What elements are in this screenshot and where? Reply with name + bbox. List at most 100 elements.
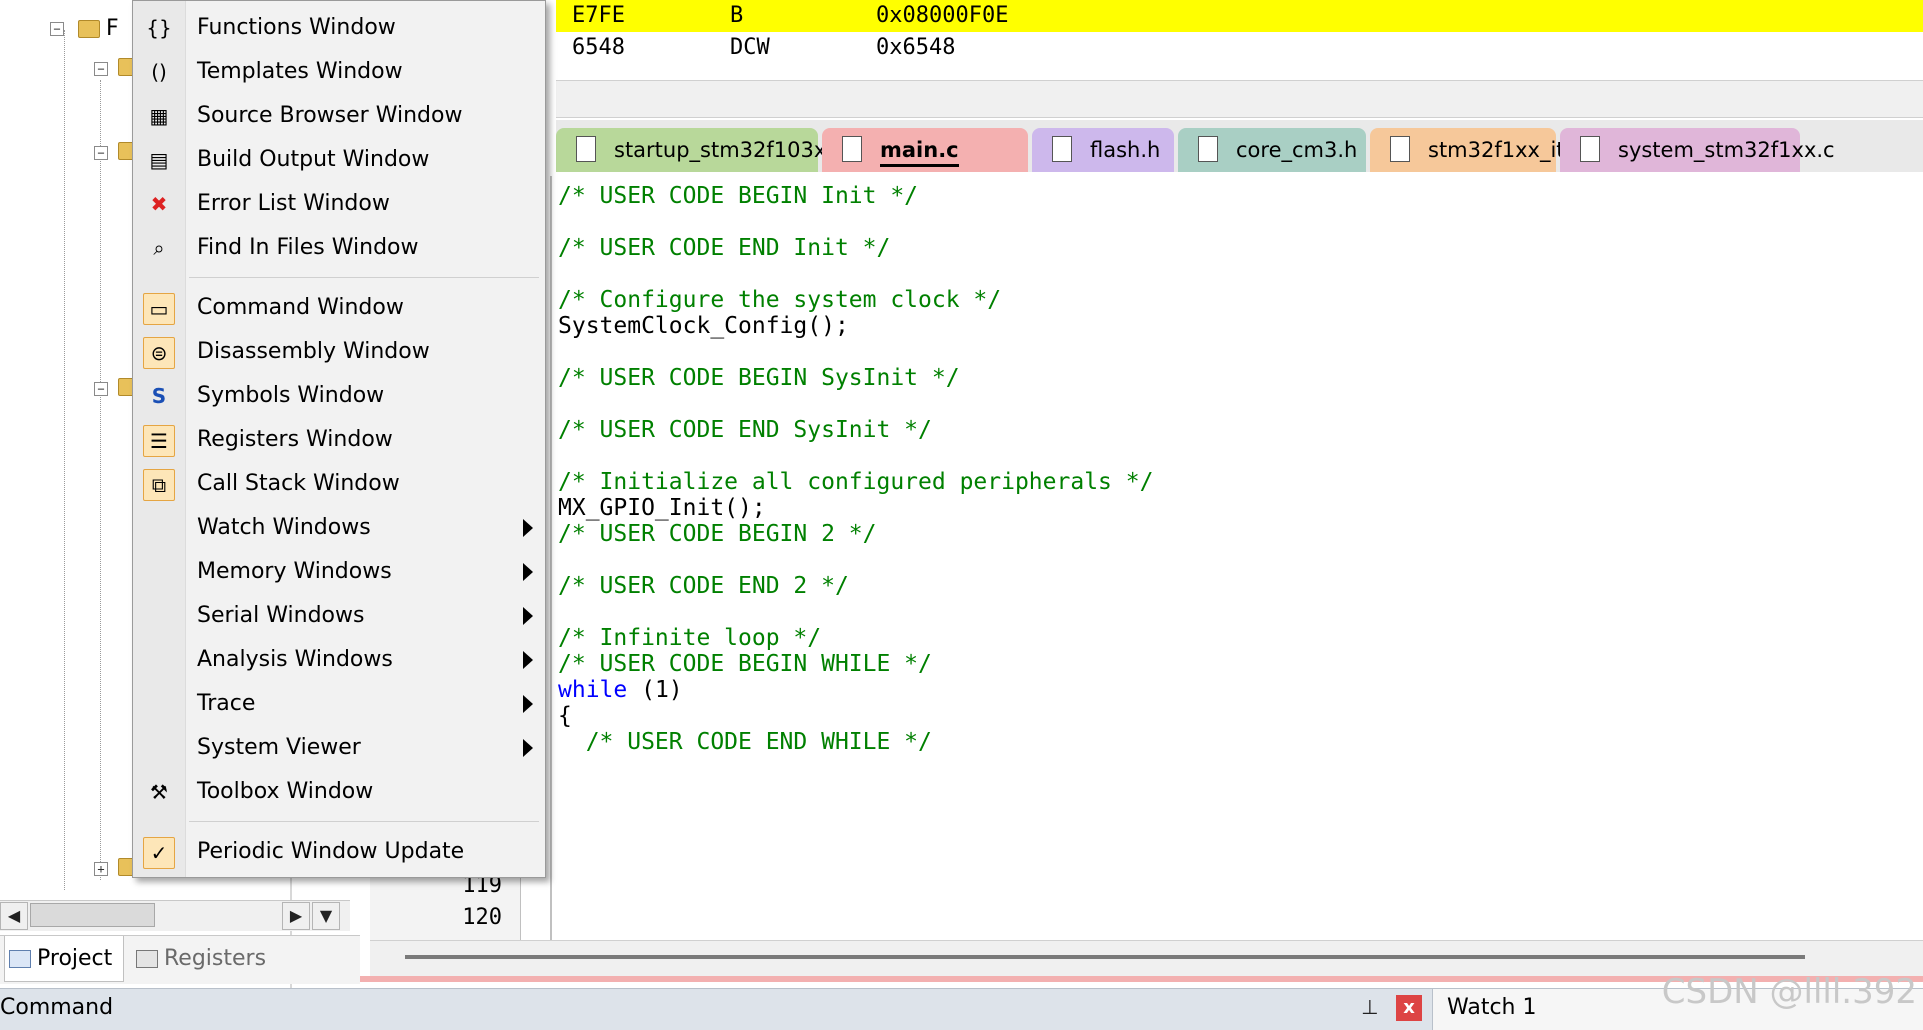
menu-item-label: Templates Window — [197, 59, 403, 84]
menu-item-label: Registers Window — [197, 427, 393, 452]
error-list-icon: ✖ — [150, 192, 168, 216]
submenu-arrow-icon — [523, 695, 533, 713]
code-line[interactable]: /* USER CODE BEGIN Init */ — [558, 180, 918, 212]
submenu-arrow-icon — [523, 607, 533, 625]
submenu-arrow-icon — [523, 651, 533, 669]
menu-item-periodic-window-update[interactable]: ✓ Periodic Window Update — [133, 831, 545, 875]
code-text: SystemClock_Config(); — [558, 313, 849, 339]
code-line[interactable]: SystemClock_Config(); — [558, 310, 849, 342]
menu-item-disassembly-window[interactable]: ⊜ Disassembly Window — [133, 331, 545, 375]
menu-item-call-stack-window[interactable]: ⧉ Call Stack Window — [133, 463, 545, 507]
document-icon — [842, 136, 862, 162]
project-root-label[interactable]: F — [106, 16, 119, 41]
menu-item-build-output-window[interactable]: ▤ Build Output Window — [133, 139, 545, 183]
project-horizontal-scrollbar[interactable]: ◀ ▶ ▼ — [0, 900, 350, 931]
pin-icon[interactable]: ⊥ — [1358, 995, 1382, 1021]
menu-item-find-in-files-window[interactable]: ⌕ Find In Files Window — [133, 227, 545, 271]
menu-separator — [189, 821, 539, 822]
menu-item-label: Periodic Window Update — [197, 839, 465, 864]
disassembly-row[interactable]: E7FE B 0x08000F0E — [556, 0, 1923, 32]
call-stack-icon: ⧉ — [143, 469, 175, 501]
code-line[interactable]: while (1) — [558, 674, 683, 706]
tab-project[interactable]: Project — [4, 936, 124, 982]
code-line[interactable]: /* USER CODE END SysInit */ — [558, 414, 932, 446]
checkmark-icon: ✓ — [143, 837, 175, 869]
close-icon[interactable]: x — [1396, 995, 1422, 1021]
menu-item-watch-windows[interactable]: Watch Windows — [133, 507, 545, 551]
menu-item-label: Serial Windows — [197, 603, 365, 628]
collapse-toggle[interactable]: − — [94, 382, 108, 396]
code-line[interactable]: /* USER CODE END Init */ — [558, 232, 890, 264]
menu-item-memory-windows[interactable]: Memory Windows — [133, 551, 545, 595]
scroll-track[interactable] — [405, 955, 1805, 959]
tab-core-cm3-h[interactable]: core_cm3.h — [1178, 128, 1366, 172]
build-output-icon: ▤ — [149, 148, 169, 172]
disassembly-view[interactable]: E7FE B 0x08000F0E 6548 DCW 0x6548 — [556, 0, 1923, 80]
tab-main-c[interactable]: main.c — [822, 128, 1028, 172]
menu-item-error-list-window[interactable]: ✖ Error List Window — [133, 183, 545, 227]
collapse-toggle[interactable]: − — [50, 22, 64, 36]
document-icon — [1580, 136, 1600, 162]
watch-tab-label: Watch 1 — [1447, 995, 1537, 1020]
menu-item-label: Toolbox Window — [197, 779, 374, 804]
code-line[interactable]: /* USER CODE END WHILE */ — [558, 726, 932, 758]
menu-item-functions-window[interactable]: {} Functions Window — [133, 7, 545, 51]
code-editor[interactable]: /* USER CODE BEGIN Init */ /* USER CODE E… — [550, 176, 1923, 940]
source-browser-icon: ▦ — [149, 104, 169, 128]
collapse-toggle[interactable]: − — [94, 146, 108, 160]
disassembly-icon: ⊜ — [143, 337, 175, 369]
expand-toggle[interactable]: + — [94, 862, 108, 876]
tab-project-label: Project — [37, 946, 113, 971]
menu-item-label: Disassembly Window — [197, 339, 430, 364]
line-number: 120 — [462, 905, 502, 930]
tab-flash-h[interactable]: flash.h — [1032, 128, 1174, 172]
find-in-files-icon: ⌕ — [153, 236, 165, 260]
menu-item-symbols-window[interactable]: S Symbols Window — [133, 375, 545, 419]
editor-tab-label: startup_stm32f103xb.s — [614, 138, 858, 162]
editor-tab-label: flash.h — [1090, 138, 1161, 162]
menu-item-label: Error List Window — [197, 191, 390, 216]
menu-item-trace[interactable]: Trace — [133, 683, 545, 727]
braces-icon: {} — [146, 16, 172, 40]
menu-item-label: Watch Windows — [197, 515, 371, 540]
document-icon — [1198, 136, 1218, 162]
disassembly-code: 6548 — [572, 35, 625, 60]
code-text: /* USER CODE END SysInit */ — [558, 417, 932, 443]
collapse-toggle[interactable]: − — [94, 62, 108, 76]
menu-item-label: Memory Windows — [197, 559, 392, 584]
dropdown-chevron-icon[interactable]: ▼ — [312, 902, 340, 930]
tab-registers[interactable]: Registers — [136, 936, 286, 982]
disassembly-code: E7FE — [572, 3, 625, 28]
registers-tab-icon — [136, 950, 158, 968]
tab-startup-stm32f103xb-s[interactable]: startup_stm32f103xb.s — [556, 128, 857, 172]
scroll-thumb[interactable] — [30, 903, 155, 927]
document-icon — [576, 136, 596, 162]
menu-item-analysis-windows[interactable]: Analysis Windows — [133, 639, 545, 683]
disassembly-mnemonic: B — [730, 3, 744, 28]
disassembly-row[interactable]: 6548 DCW 0x6548 — [556, 32, 1923, 64]
tab-system-stm32f1xx-c[interactable]: system_stm32f1xx.c — [1560, 128, 1835, 172]
menu-item-registers-window[interactable]: ☰ Registers Window — [133, 419, 545, 463]
menu-item-templates-window[interactable]: () Templates Window — [133, 51, 545, 95]
disassembly-splitter[interactable] — [556, 80, 1923, 118]
tab-stm32f1xx-it-c[interactable]: stm32f1xx_it.c — [1370, 128, 1583, 172]
panel-tab-bar: Project Registers — [0, 935, 360, 984]
line-number-gutter: 119 120 — [370, 870, 521, 950]
menu-item-source-browser-window[interactable]: ▦ Source Browser Window — [133, 95, 545, 139]
menu-item-serial-windows[interactable]: Serial Windows — [133, 595, 545, 639]
registers-icon: ☰ — [143, 425, 175, 457]
menu-item-toolbox-window[interactable]: ⚒ Toolbox Window — [133, 771, 545, 815]
menu-item-system-viewer[interactable]: System Viewer — [133, 727, 545, 771]
scroll-left-icon[interactable]: ◀ — [0, 902, 28, 930]
code-line[interactable]: /* USER CODE BEGIN SysInit */ — [558, 362, 960, 394]
scroll-right-icon[interactable]: ▶ — [282, 902, 310, 930]
editor-tab-label: main.c — [880, 138, 959, 167]
menu-item-label: Functions Window — [197, 15, 396, 40]
menu-item-command-window[interactable]: ▭ Command Window — [133, 287, 545, 331]
code-line[interactable]: /* USER CODE END 2 */ — [558, 570, 849, 602]
submenu-arrow-icon — [523, 739, 533, 757]
document-icon — [1390, 136, 1410, 162]
menu-item-label: Find In Files Window — [197, 235, 419, 260]
tab-registers-label: Registers — [164, 946, 267, 971]
code-line[interactable]: /* USER CODE BEGIN 2 */ — [558, 518, 877, 550]
